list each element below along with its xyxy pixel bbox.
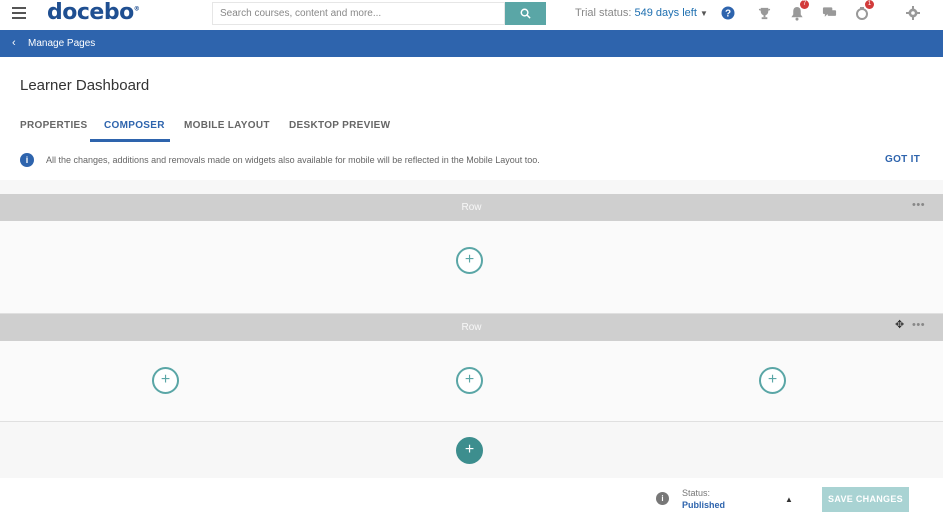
add-widget-button[interactable]: +	[152, 367, 179, 394]
more-options-icon[interactable]: •••	[912, 319, 925, 331]
search-input[interactable]: Search courses, content and more...	[212, 2, 505, 25]
manage-pages-bar: ‹ Manage Pages	[0, 30, 943, 57]
row-label: Row	[461, 202, 482, 213]
menu-icon[interactable]	[12, 7, 26, 19]
add-widget-button[interactable]: +	[759, 367, 786, 394]
info-icon: i	[656, 492, 669, 505]
more-options-icon[interactable]: •••	[912, 199, 925, 211]
status-select[interactable]: Published	[682, 500, 725, 510]
tab-properties[interactable]: PROPERTIES	[20, 120, 87, 131]
row-body: +	[0, 221, 943, 314]
cart-icon[interactable]: 1	[854, 0, 874, 21]
logo-text: docebo	[47, 0, 134, 25]
active-tab-indicator	[90, 139, 170, 142]
cart-badge: 1	[865, 0, 874, 9]
row-label: Row	[461, 322, 482, 333]
add-widget-button[interactable]: +	[456, 367, 483, 394]
chevron-left-icon[interactable]: ‹	[12, 37, 16, 49]
caret-down-icon: ▼	[699, 9, 708, 18]
trophy-icon[interactable]	[756, 5, 772, 21]
row-header[interactable]: Row •••	[0, 194, 943, 221]
tab-bar: PROPERTIES COMPOSER MOBILE LAYOUT DESKTO…	[0, 112, 947, 142]
docebo-logo[interactable]: docebo®	[47, 0, 140, 25]
footer-bar: i Status: Published ▲ SAVE CHANGES	[0, 478, 947, 516]
got-it-button[interactable]: GOT IT	[885, 154, 920, 165]
caret-up-icon[interactable]: ▲	[785, 495, 793, 504]
tab-mobile-layout[interactable]: MOBILE LAYOUT	[184, 120, 270, 131]
status-label: Status:	[682, 488, 711, 498]
back-to-manage-pages-link[interactable]: Manage Pages	[28, 38, 95, 49]
trial-label: Trial status:	[575, 7, 632, 19]
notifications-badge: 7	[800, 0, 809, 9]
move-handle-icon[interactable]: ✥	[895, 318, 904, 331]
info-icon: i	[20, 153, 34, 167]
add-widget-button[interactable]: +	[456, 247, 483, 274]
trial-status[interactable]: Trial status: 549 days left ▼	[575, 7, 708, 19]
trial-days: 549 days left	[634, 7, 697, 19]
composer-canvas: Row ••• + Row ✥ ••• + + + +	[0, 180, 943, 478]
help-icon[interactable]: ?	[720, 5, 736, 21]
row-body: + + +	[0, 341, 943, 422]
search-button[interactable]	[505, 2, 546, 25]
add-row-button[interactable]: +	[456, 437, 483, 464]
info-message: All the changes, additions and removals …	[46, 155, 540, 165]
page-title: Learner Dashboard	[20, 77, 150, 94]
search-icon	[520, 8, 531, 19]
info-banner: i All the changes, additions and removal…	[0, 147, 943, 179]
tab-desktop-preview[interactable]: DESKTOP PREVIEW	[289, 120, 390, 131]
notifications-icon[interactable]: 7	[789, 0, 809, 21]
settings-gear-icon[interactable]	[905, 5, 921, 21]
messages-icon[interactable]	[821, 5, 837, 21]
save-changes-button[interactable]: SAVE CHANGES	[822, 487, 909, 512]
top-navigation-bar: docebo® Search courses, content and more…	[0, 0, 947, 30]
tab-composer[interactable]: COMPOSER	[104, 120, 165, 131]
row-header[interactable]: Row ✥ •••	[0, 314, 943, 341]
svg-text:?: ?	[725, 9, 731, 20]
